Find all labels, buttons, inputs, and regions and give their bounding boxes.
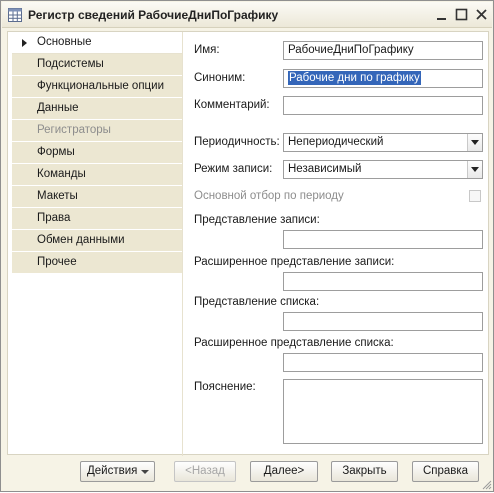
- nav-item-templates[interactable]: Макеты: [12, 186, 182, 208]
- record-repr-label: Представление записи:: [194, 214, 320, 226]
- synonym-field[interactable]: Рабочие дни по графику: [283, 69, 483, 88]
- name-label: Имя:: [194, 44, 220, 56]
- write-mode-label: Режим записи:: [194, 163, 273, 175]
- maximize-icon[interactable]: [454, 7, 470, 23]
- nav-item-data-exchange[interactable]: Обмен данными: [12, 230, 182, 252]
- nav-item-commands[interactable]: Команды: [12, 164, 182, 186]
- next-button[interactable]: Далее>: [250, 461, 318, 482]
- actions-button[interactable]: Действия: [80, 461, 155, 482]
- nav-item-data[interactable]: Данные: [12, 98, 182, 120]
- dropdown-arrow-icon: [141, 470, 149, 474]
- chevron-down-icon[interactable]: [467, 161, 482, 178]
- help-button[interactable]: Справка: [412, 461, 479, 482]
- list-repr-label: Представление списка:: [194, 296, 320, 308]
- write-mode-select[interactable]: Независимый: [283, 160, 483, 179]
- comment-field[interactable]: [283, 96, 483, 115]
- ext-list-repr-field[interactable]: [283, 353, 483, 372]
- minimize-icon[interactable]: [434, 7, 450, 23]
- title-bar[interactable]: Регистр сведений РабочиеДниПоГрафику: [2, 2, 492, 28]
- comment-label: Комментарий:: [194, 99, 270, 111]
- nav-item-registrators: Регистраторы: [12, 120, 182, 142]
- record-repr-field[interactable]: [283, 230, 483, 249]
- footer-bar: Действия <Назад Далее> Закрыть Справка: [1, 457, 494, 493]
- write-mode-value: Независимый: [288, 163, 362, 175]
- register-editor-window: Регистр сведений РабочиеДниПоГрафику Осн…: [0, 0, 494, 492]
- close-button[interactable]: Закрыть: [331, 461, 398, 482]
- nav-item-forms[interactable]: Формы: [12, 142, 182, 164]
- periodicity-value: Непериодический: [288, 136, 384, 148]
- ext-record-repr-label: Расширенное представление записи:: [194, 256, 395, 268]
- chevron-down-icon[interactable]: [467, 134, 482, 151]
- period-filter-label: Основной отбор по периоду: [194, 190, 344, 202]
- nav-item-other[interactable]: Прочее: [12, 252, 182, 274]
- current-arrow-icon: [22, 39, 27, 47]
- explanation-label: Пояснение:: [194, 381, 256, 393]
- close-icon[interactable]: [474, 7, 490, 23]
- nav-item-functional-options[interactable]: Функциональные опции: [12, 76, 182, 98]
- name-field[interactable]: РабочиеДниПоГрафику: [283, 41, 483, 60]
- list-repr-field[interactable]: [283, 312, 483, 331]
- synonym-label: Синоним:: [194, 72, 246, 84]
- content-area: Основные Подсистемы Функциональные опции…: [7, 31, 489, 456]
- nav-item-rights[interactable]: Права: [12, 208, 182, 230]
- section-nav: Основные Подсистемы Функциональные опции…: [12, 32, 182, 274]
- periodicity-label: Периодичность:: [194, 136, 280, 148]
- resize-grip-icon[interactable]: [482, 480, 492, 490]
- period-filter-checkbox: [469, 190, 481, 202]
- register-table-icon: [8, 8, 22, 22]
- nav-item-subsystems[interactable]: Подсистемы: [12, 54, 182, 76]
- nav-item-main[interactable]: Основные: [12, 32, 182, 54]
- ext-list-repr-label: Расширенное представление списка:: [194, 337, 394, 349]
- ext-record-repr-field[interactable]: [283, 272, 483, 291]
- explanation-textarea[interactable]: [283, 379, 483, 444]
- synonym-selected-text: Рабочие дни по графику: [288, 71, 421, 85]
- nav-divider: [182, 32, 183, 456]
- back-button: <Назад: [174, 461, 236, 482]
- periodicity-select[interactable]: Непериодический: [283, 133, 483, 152]
- window-title: Регистр сведений РабочиеДниПоГрафику: [28, 8, 279, 22]
